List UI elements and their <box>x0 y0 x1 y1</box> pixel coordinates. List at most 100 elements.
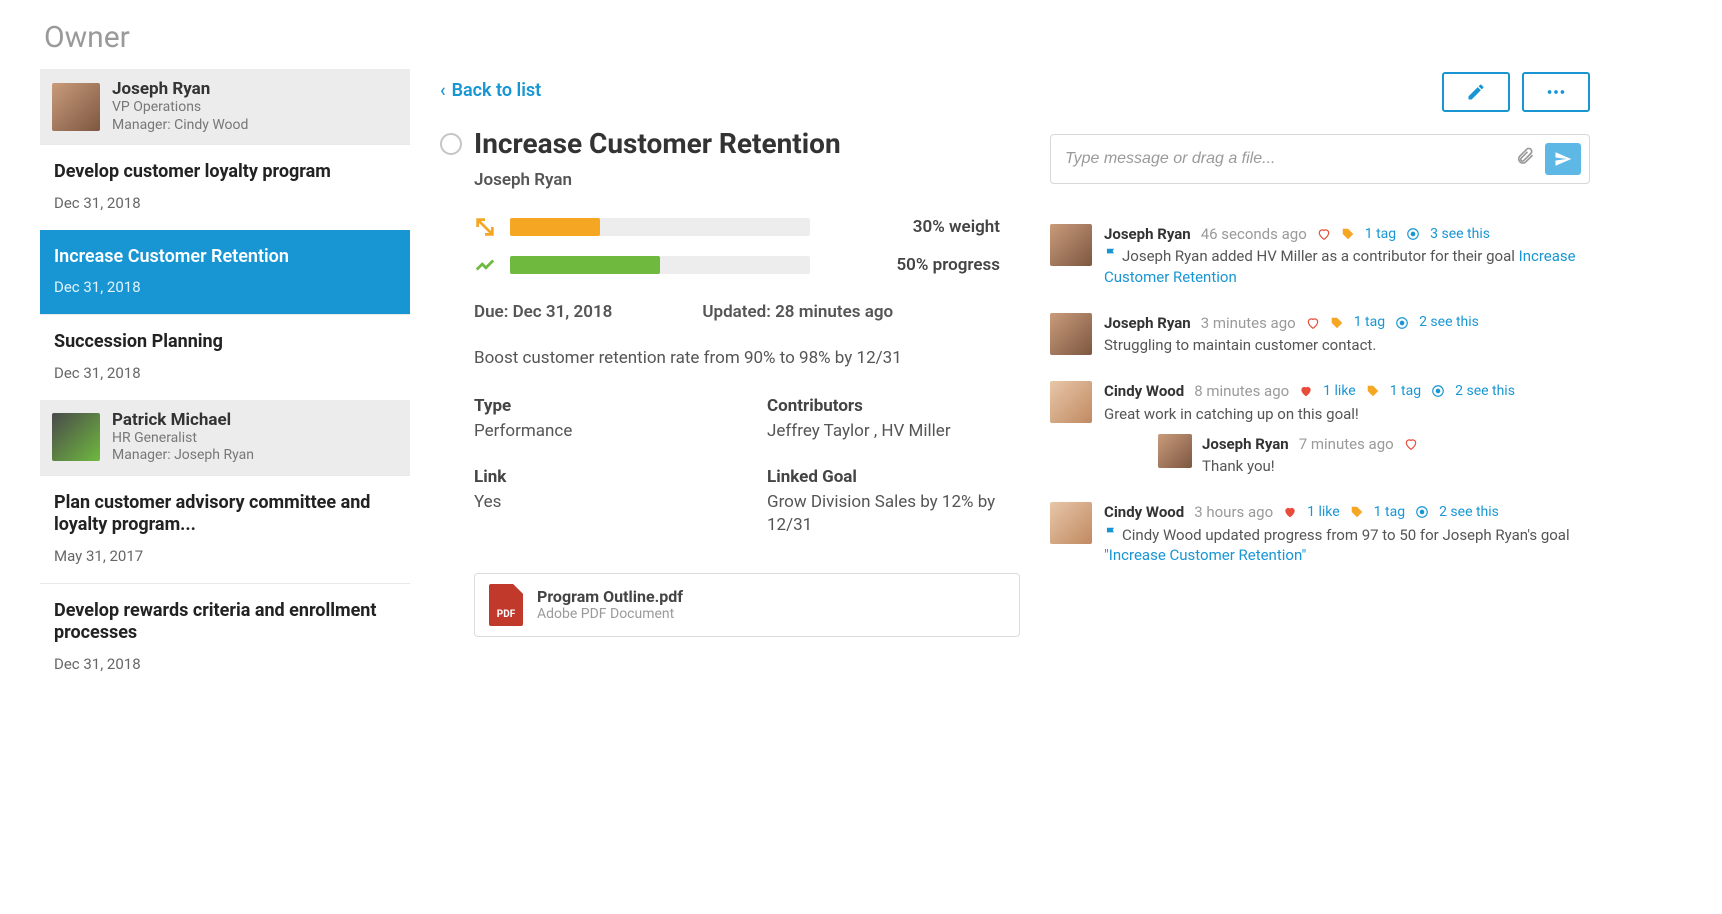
owner-manager: Manager: Joseph Ryan <box>112 447 254 465</box>
goal-item-title: Plan customer advisory committee and loy… <box>54 492 396 537</box>
updated-time: Updated: 28 minutes ago <box>702 302 893 322</box>
due-date: Due: Dec 31, 2018 <box>474 302 612 322</box>
goal-item[interactable]: Plan customer advisory committee and loy… <box>40 475 410 583</box>
owner-title: VP Operations <box>112 99 248 117</box>
edit-button[interactable] <box>1442 72 1510 112</box>
owner-name: Patrick Michael <box>112 410 254 430</box>
goal-item-title: Succession Planning <box>54 331 396 354</box>
weight-label: 30% weight <box>913 217 1020 237</box>
weight-bar <box>510 218 810 236</box>
heart-icon[interactable] <box>1283 505 1297 519</box>
feed-item: Joseph Ryan 3 minutes ago1 tag2 see this… <box>1050 313 1590 356</box>
tag-count[interactable]: 1 tag <box>1365 225 1396 244</box>
more-button[interactable] <box>1522 72 1590 112</box>
attach-icon[interactable] <box>1515 146 1535 172</box>
tag-icon[interactable] <box>1341 227 1355 241</box>
owner-header[interactable]: Joseph Ryan VP Operations Manager: Cindy… <box>40 69 410 144</box>
avatar <box>1050 224 1092 266</box>
goal-item-date: Dec 31, 2018 <box>54 278 396 296</box>
view-count[interactable]: 3 see this <box>1430 225 1490 244</box>
view-count[interactable]: 2 see this <box>1419 313 1479 332</box>
view-count[interactable]: 2 see this <box>1439 503 1499 522</box>
feed-time: 46 seconds ago <box>1201 224 1307 244</box>
goal-title: Increase Customer Retention <box>474 127 841 160</box>
weight-icon <box>474 216 496 238</box>
feed-text: Struggling to maintain customer contact. <box>1104 336 1376 354</box>
progress-bar <box>510 256 810 274</box>
feed-item: Joseph Ryan 46 seconds ago1 tag3 see thi… <box>1050 224 1590 287</box>
chevron-left-icon: ‹ <box>440 80 446 101</box>
heart-icon[interactable] <box>1299 384 1313 398</box>
feed-text: Great work in catching up on this goal! <box>1104 405 1359 423</box>
attachment[interactable]: PDF Program Outline.pdf Adobe PDF Docume… <box>474 573 1020 637</box>
tag-count[interactable]: 1 tag <box>1354 313 1385 332</box>
owner-title: HR Generalist <box>112 430 254 448</box>
feed-item: Cindy Wood 8 minutes ago 1 like 1 tag 2 see… <box>1050 381 1590 476</box>
goal-description: Boost customer retention rate from 90% t… <box>474 348 1020 368</box>
feed-text: Thank you! <box>1202 456 1590 476</box>
progress-icon <box>474 254 496 276</box>
goal-item-title: Develop rewards criteria and enrollment … <box>54 600 396 645</box>
eye-icon[interactable] <box>1395 316 1409 330</box>
owner-manager: Manager: Cindy Wood <box>112 117 248 135</box>
avatar <box>1050 381 1092 423</box>
goal-item-date: May 31, 2017 <box>54 547 396 565</box>
tag-count[interactable]: 1 tag <box>1390 382 1421 401</box>
link-value: Yes <box>474 491 727 514</box>
weight-row: 30% weight <box>474 216 1020 238</box>
feed-time: 3 minutes ago <box>1201 313 1296 333</box>
feed-text: Cindy Wood updated progress from 97 to 5… <box>1122 526 1570 544</box>
avatar <box>1050 313 1092 355</box>
eye-icon[interactable] <box>1415 505 1429 519</box>
avatar <box>52 413 100 461</box>
progress-label: 50% progress <box>896 255 1020 275</box>
owner-header[interactable]: Patrick Michael HR Generalist Manager: J… <box>40 400 410 475</box>
feed-author: Cindy Wood <box>1104 381 1184 401</box>
goal-item[interactable]: Develop customer loyalty program Dec 31,… <box>40 144 410 230</box>
tag-count[interactable]: 1 tag <box>1374 503 1405 522</box>
sidebar-title: Owner <box>40 20 410 55</box>
contributors-label: Contributors <box>767 396 1020 416</box>
like-count[interactable]: 1 like <box>1323 382 1356 401</box>
eye-icon[interactable] <box>1431 384 1445 398</box>
goal-detail: ‹ Back to list Increase Customer Retenti… <box>440 20 1020 691</box>
view-count[interactable]: 2 see this <box>1455 382 1515 401</box>
flag-icon <box>1104 526 1118 544</box>
tag-icon[interactable] <box>1366 384 1380 398</box>
send-button[interactable] <box>1545 143 1581 175</box>
like-count[interactable]: 1 like <box>1307 503 1340 522</box>
goal-item[interactable]: Increase Customer Retention Dec 31, 2018 <box>40 230 410 315</box>
link-label: Link <box>474 467 727 487</box>
feed-item: Cindy Wood 3 hours ago 1 like 1 tag 2 see t… <box>1050 502 1590 565</box>
feed-author: Joseph Ryan <box>1202 434 1289 454</box>
tag-icon[interactable] <box>1330 316 1344 330</box>
compose-box <box>1050 134 1590 184</box>
avatar <box>1050 502 1092 544</box>
feed-link[interactable]: "Increase Customer Retention" <box>1104 546 1306 564</box>
feed-time: 8 minutes ago <box>1194 381 1289 401</box>
back-to-list-link[interactable]: ‹ Back to list <box>440 80 541 101</box>
pdf-icon: PDF <box>489 584 523 626</box>
tag-icon[interactable] <box>1350 505 1364 519</box>
feed-author: Cindy Wood <box>1104 502 1184 522</box>
back-label: Back to list <box>452 80 542 101</box>
goal-item[interactable]: Develop rewards criteria and enrollment … <box>40 583 410 691</box>
attachment-name: Program Outline.pdf <box>537 587 683 606</box>
complete-circle-icon[interactable] <box>440 133 462 155</box>
eye-icon[interactable] <box>1406 227 1420 241</box>
linked-goal-label: Linked Goal <box>767 467 1020 487</box>
heart-icon[interactable] <box>1404 437 1418 451</box>
heart-icon[interactable] <box>1317 227 1331 241</box>
activity-pane: Joseph Ryan 46 seconds ago 1 tag 3 see thi… <box>1050 20 1590 691</box>
goal-item-date: Dec 31, 2018 <box>54 194 396 212</box>
feed-text: Joseph Ryan added HV Miller as a contrib… <box>1122 247 1519 265</box>
goal-owner: Joseph Ryan <box>474 170 1020 190</box>
heart-icon[interactable] <box>1306 316 1320 330</box>
goal-item[interactable]: Succession Planning Dec 31, 2018 <box>40 314 410 400</box>
feed-time: 7 minutes ago <box>1299 434 1394 454</box>
feed-time: 3 hours ago <box>1194 502 1273 522</box>
linked-goal-value: Grow Division Sales by 12% by 12/31 <box>767 491 1020 537</box>
avatar <box>1158 434 1192 468</box>
goal-item-date: Dec 31, 2018 <box>54 655 396 673</box>
message-input[interactable] <box>1065 150 1505 168</box>
